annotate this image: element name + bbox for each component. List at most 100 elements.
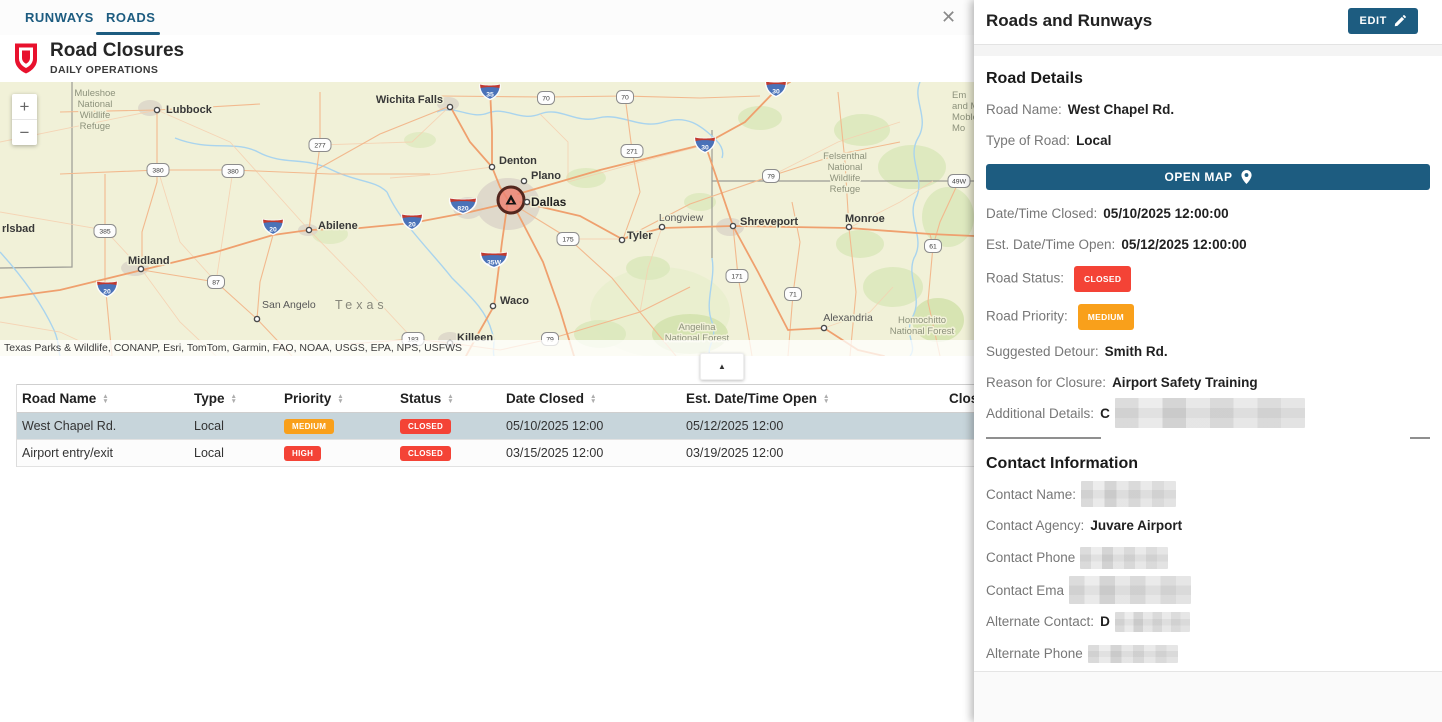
map-city-dot [138,266,143,271]
edit-button[interactable]: EDIT [1348,8,1418,34]
map-city-label: Lubbock [166,104,213,116]
contact-fields: Contact Name: Contact Agency:Juvare Airpo… [986,485,1430,663]
map-area-label: Moble [952,112,974,123]
column-header[interactable]: Type▲▼ [189,385,279,413]
table-row[interactable]: West Chapel Rd.LocalMEDIUMCLOSED05/10/20… [17,413,974,440]
field-label: Est. Date/Time Open: [986,237,1115,252]
us-route-shield: 171 [726,270,748,283]
open-map-button[interactable]: OPEN MAP [986,164,1430,190]
map-area-label: Wildlife [80,110,111,121]
map-city-label: Monroe [845,213,885,225]
map-city-dot [306,227,311,232]
panel-header: Roads and Runways EDIT [974,0,1442,45]
field-label: Contact Agency: [986,518,1084,533]
field-value: 05/12/2025 12:00:00 [1121,237,1246,252]
field-label: Date/Time Closed: [986,206,1097,221]
detail-field: Date/Time Closed: 05/10/2025 12:00:00 [986,204,1430,223]
tab-runways[interactable]: RUNWAYS [25,0,94,35]
map-attribution: Texas Parks & Wildlife, CONANP, Esri, To… [0,340,974,356]
sort-icon[interactable]: ▲▼ [337,394,343,404]
column-header[interactable]: Date Closed▲▼ [501,385,681,413]
map-area-label: Refuge [80,121,111,132]
open-map-label: OPEN MAP [1164,170,1232,184]
map-city-dot [846,224,851,229]
map-area-label: Muleshoe [74,88,115,99]
edit-button-label: EDIT [1360,15,1387,27]
map-city-dot [821,325,826,330]
table-cell: Local [189,413,279,440]
status-badge: HIGH [284,446,321,461]
detail-field: Contact Name: [986,485,1430,504]
interstate-shield: 35 [480,85,500,100]
detail-field: Alternate Contact:D [986,612,1430,632]
map-city-dot [154,107,159,112]
map-city-label: rlsbad [2,223,35,235]
map-area-label: Mo [952,123,965,134]
column-header[interactable]: Status▲▼ [395,385,501,413]
map-city-label: Waco [500,295,529,307]
interstate-shield: 20 [402,215,422,230]
map-city-dot [254,316,259,321]
redacted-value [1069,576,1191,604]
interstate-shield: 30 [766,82,786,97]
interstate-shield: 20 [97,282,117,297]
us-route-shield: 271 [621,145,643,158]
page-subtitle: DAILY OPERATIONS [50,64,158,76]
map-city-label: San Angelo [262,299,316,311]
badge-cell: HIGH [279,440,395,467]
svg-text:61: 61 [929,244,937,251]
svg-text:175: 175 [562,237,574,244]
svg-text:30: 30 [701,145,709,152]
svg-text:20: 20 [408,222,416,229]
field-label: Contact Ema [986,583,1064,598]
sort-icon[interactable]: ▲▼ [447,394,453,404]
panel-body: Road Details Road Name:West Chapel Rd.Ty… [974,56,1442,672]
svg-text:30: 30 [772,89,780,96]
close-icon[interactable]: ✕ [941,4,956,30]
detail-field: Contact Agency:Juvare Airport [986,516,1430,535]
svg-text:70: 70 [542,96,550,103]
svg-text:20: 20 [103,289,111,296]
column-header[interactable]: Road Name▲▼ [17,385,189,413]
map-area-label: Homochitto [898,315,946,326]
map-city-dot [490,303,495,308]
status-badge: MEDIUM [1078,304,1134,330]
section-divider [986,437,1430,439]
sort-icon[interactable]: ▲▼ [823,394,829,404]
sort-icon[interactable]: ▲▼ [102,394,108,404]
map-city-dot [447,104,452,109]
field-label: Contact Name: [986,487,1076,502]
svg-text:380: 380 [227,169,239,176]
sort-icon[interactable]: ▲▼ [590,394,596,404]
map-area-label: Felsenthal [823,151,867,162]
svg-text:35: 35 [486,92,494,99]
tab-roads[interactable]: ROADS [106,0,155,35]
map-city-label: Tyler [627,230,653,242]
status-badge: CLOSED [400,446,451,461]
road-closures-table: Road Name▲▼Type▲▼Priority▲▼Status▲▼Date … [16,384,974,467]
sort-icon[interactable]: ▲▼ [231,394,237,404]
road-details-fields-bottom: Date/Time Closed: 05/10/2025 12:00:00 Est.… [986,204,1430,423]
field-value: 05/10/2025 12:00:00 [1103,206,1228,221]
us-route-shield: 49W [948,175,970,188]
us-route-shield: 380 [222,165,244,178]
status-badge: CLOSED [1074,266,1131,292]
svg-text:385: 385 [99,229,111,236]
redacted-value [1115,612,1190,632]
column-header[interactable]: Est. Date/Time Open▲▼ [681,385,944,413]
zoom-out-button[interactable]: − [12,120,37,145]
detail-field: Contact Phone [986,547,1430,569]
svg-text:87: 87 [212,280,220,287]
column-header[interactable]: Priority▲▼ [279,385,395,413]
map-area-label: National [828,162,863,173]
table-cell: West Chapel Rd. [17,413,189,440]
panel-title: Roads and Runways [986,11,1152,31]
table-row[interactable]: Airport entry/exitLocalHIGHCLOSED03/15/2… [17,440,974,467]
field-label: Suggested Detour: [986,344,1099,359]
column-header[interactable]: Closu▲▼ [944,385,974,413]
map-minor-roads [0,106,933,356]
detail-field: Suggested Detour:Smith Rd. [986,342,1430,361]
collapse-panel-button[interactable]: ▲ [700,353,744,380]
map-canvas[interactable]: 35202020303082035W3803802773858770702711… [0,82,974,356]
zoom-in-button[interactable]: + [12,94,37,120]
